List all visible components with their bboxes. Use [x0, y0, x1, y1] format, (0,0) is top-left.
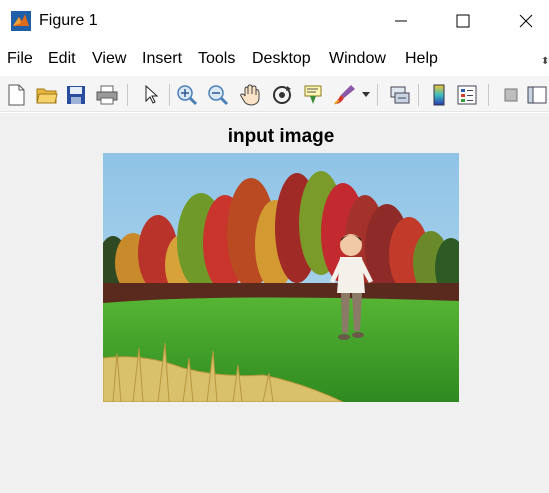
link-plot-icon[interactable]	[387, 82, 413, 108]
data-cursor-icon[interactable]	[300, 82, 326, 108]
matlab-logo-icon	[11, 11, 31, 31]
menu-bar: File Edit View Insert Tools Desktop Wind…	[0, 46, 549, 72]
menu-desktop[interactable]: Desktop	[252, 50, 311, 68]
maximize-button[interactable]	[440, 0, 486, 42]
open-file-icon[interactable]	[34, 82, 60, 108]
insert-colorbar-icon[interactable]	[426, 82, 452, 108]
title-bar: Figure 1	[0, 0, 549, 42]
minimize-icon	[395, 20, 407, 22]
brush-icon[interactable]	[332, 82, 358, 108]
show-plot-tools-icon[interactable]	[524, 82, 549, 108]
close-button[interactable]	[503, 0, 549, 42]
window-title: Figure 1	[39, 12, 98, 29]
save-icon[interactable]	[63, 82, 89, 108]
figure-canvas[interactable]: input image	[0, 113, 549, 493]
input-image[interactable]	[103, 153, 459, 402]
minimize-button[interactable]	[378, 0, 424, 42]
menu-view[interactable]: View	[92, 50, 126, 68]
menu-edit[interactable]: Edit	[48, 50, 76, 68]
menu-help[interactable]: Help	[405, 50, 438, 68]
menu-insert[interactable]: Insert	[142, 50, 182, 68]
pan-icon[interactable]	[237, 82, 263, 108]
toolbar-separator	[377, 84, 378, 106]
landscape-photo	[103, 153, 459, 402]
pointer-icon[interactable]	[138, 82, 164, 108]
axes-title: input image	[227, 126, 335, 147]
toolbar-separator	[127, 84, 128, 106]
menu-file[interactable]: File	[7, 50, 33, 68]
toolbar-separator	[488, 84, 489, 106]
rotate-3d-icon[interactable]	[269, 82, 295, 108]
new-figure-icon[interactable]	[3, 82, 29, 108]
menu-overflow-icon[interactable]: ⬍	[541, 56, 549, 67]
toolbar-separator	[418, 84, 419, 106]
toolbar-separator	[169, 84, 170, 106]
maximize-icon	[456, 14, 470, 28]
hide-plot-tools-icon[interactable]	[498, 82, 524, 108]
menu-tools[interactable]: Tools	[198, 50, 235, 68]
zoom-out-icon[interactable]	[205, 82, 231, 108]
brush-dropdown-icon[interactable]	[360, 82, 372, 108]
menu-window[interactable]: Window	[329, 50, 386, 68]
print-icon[interactable]	[94, 82, 120, 108]
insert-legend-icon[interactable]	[454, 82, 480, 108]
zoom-in-icon[interactable]	[174, 82, 200, 108]
figure-toolbar	[0, 76, 549, 112]
close-icon	[519, 14, 533, 28]
